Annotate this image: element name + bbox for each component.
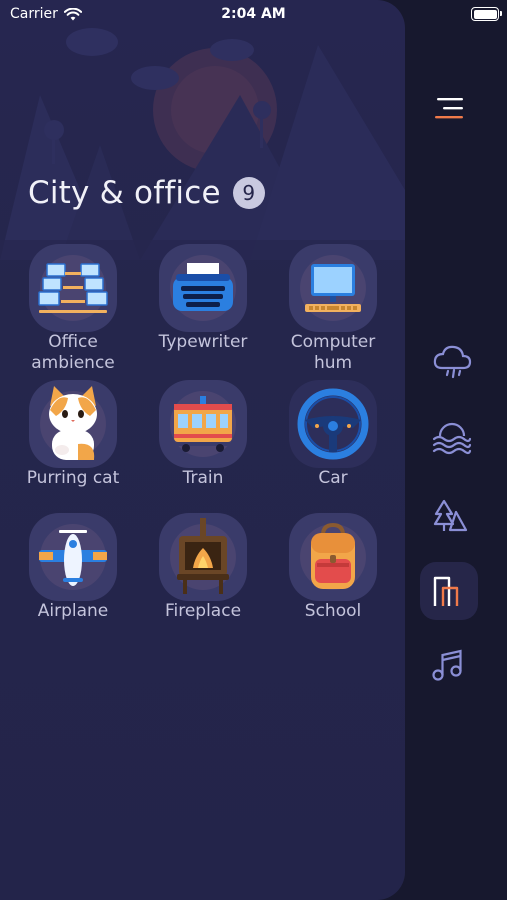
sound-tile[interactable] [29,244,117,332]
sound-count-badge: 9 [232,177,265,209]
sound-tile[interactable] [289,380,377,468]
sound-fireplace[interactable]: Fireplace [148,513,258,622]
sound-tile[interactable] [29,380,117,468]
sound-label: Typewriter [158,332,248,352]
sound-computer-hum[interactable]: Computer hum [278,244,388,374]
sound-tile[interactable] [29,513,117,601]
sound-label: Computer hum [278,332,388,374]
sound-airplane[interactable]: Airplane [18,513,128,622]
sound-label-line: Office [48,332,98,352]
mountain-scene-illustration [0,28,405,260]
sound-school[interactable]: School [278,513,388,622]
airplane-icon [39,530,107,586]
office-ambience-icon [38,263,108,313]
rain-cloud-icon [433,345,472,379]
sidebar-item-city[interactable] [420,562,478,620]
train-icon [174,396,232,452]
sound-tile[interactable] [289,513,377,601]
sidebar-item-water[interactable] [423,410,481,468]
backpack-icon [311,522,355,589]
typewriter-icon [173,263,233,311]
sound-label: Purring cat [26,468,120,488]
sound-office-ambience[interactable]: Office ambience [18,244,128,374]
category-title: City & office [28,175,221,211]
fireplace-icon [177,518,229,594]
water-waves-icon [432,422,472,455]
forest-icon [433,499,468,532]
menu-button[interactable] [421,80,479,138]
sidebar-item-forest[interactable] [421,487,479,545]
sidebar-item-rain[interactable] [423,333,481,391]
sound-label: Office ambience [18,332,128,374]
sound-train[interactable]: Train [148,380,258,489]
sound-tile[interactable] [289,244,377,332]
sound-tile[interactable] [159,380,247,468]
cat-icon [49,386,97,460]
sound-label-line: Computer [290,332,376,352]
sound-label: School [304,601,362,621]
category-header: City & office 9 [28,175,265,211]
city-icon [433,576,459,606]
sound-tile[interactable] [159,244,247,332]
sound-label: Train [182,468,224,488]
sound-typewriter[interactable]: Typewriter [148,244,258,353]
computer-icon [305,264,361,312]
sound-label: Airplane [37,601,109,621]
sound-label: Car [318,468,348,488]
sound-tile[interactable] [159,513,247,601]
sound-label-line: ambience [31,353,115,373]
music-note-icon [432,649,462,681]
sound-car[interactable]: Car [278,380,388,489]
sidebar-item-music[interactable] [418,636,476,694]
sound-purring-cat[interactable]: Purring cat [18,380,128,489]
sound-label: Fireplace [164,601,242,621]
clock: 2:04 AM [221,6,286,22]
menu-icon [435,98,463,119]
steering-wheel-icon [297,388,369,460]
sound-label-line: hum [313,353,353,373]
battery-icon [471,7,502,21]
status-bar: Carrier 2:04 AM [0,0,507,28]
